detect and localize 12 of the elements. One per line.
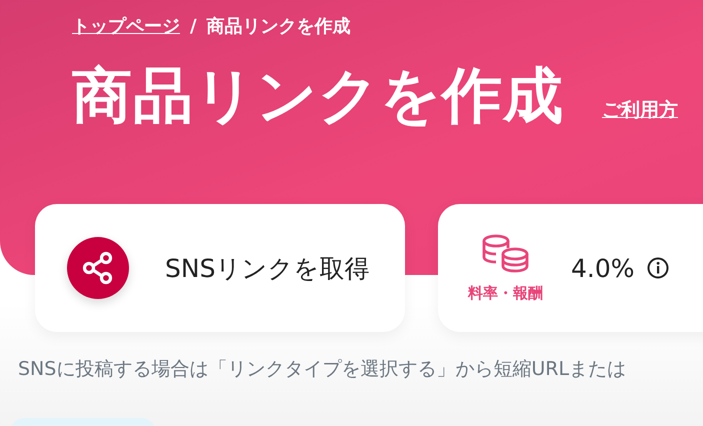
help-link[interactable]: ご利用方 <box>602 97 678 123</box>
breadcrumb-separator: / <box>190 16 197 36</box>
coins-icon <box>480 234 530 274</box>
description-text: SNSに投稿する場合は「リンクタイプを選択する」から短縮URLまたは <box>18 357 626 382</box>
info-icon[interactable] <box>646 257 669 279</box>
card-label: SNSリンクを取得 <box>165 252 370 284</box>
breadcrumb-current: 商品リンクを作成 <box>206 15 351 38</box>
rate-caption: 料率・報酬 <box>468 284 543 302</box>
breadcrumb-link[interactable]: トップページ <box>72 14 180 38</box>
page-title: 商品リンクを作成 <box>72 60 564 133</box>
rate-value: 4.0% <box>571 254 635 282</box>
sns-link-card[interactable]: SNSリンクを取得 <box>35 204 405 332</box>
